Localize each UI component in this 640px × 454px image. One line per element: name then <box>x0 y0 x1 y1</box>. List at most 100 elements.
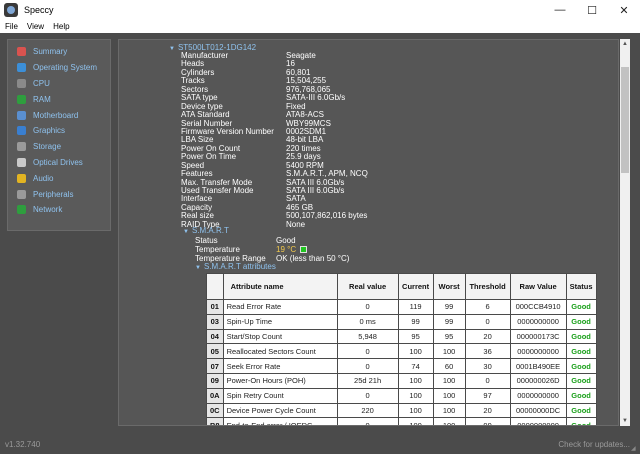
smart-attributes-header[interactable]: ▼ S.M.A.R.T attributes <box>195 262 276 271</box>
sidebar-item-ram[interactable]: RAM <box>8 91 110 107</box>
vertical-scrollbar[interactable]: ▲ ▼ <box>620 39 630 426</box>
attribute-name: Device Power Cycle Count <box>222 402 338 419</box>
collapse-triangle-icon[interactable]: ▼ <box>169 46 175 52</box>
sidebar-item-operating-system[interactable]: Operating System <box>8 60 110 76</box>
table-cell: 36 <box>464 343 511 360</box>
window-controls: — ☐ ✕ <box>544 0 640 20</box>
table-cell: 0000000000 <box>509 343 567 360</box>
cpu-icon <box>17 78 26 88</box>
temperature-value: 19 °C <box>276 245 297 254</box>
motherboard-icon <box>17 110 26 120</box>
network-icon <box>17 205 26 215</box>
smart-summary: Status Good Temperature 19 °C Temperatur… <box>195 236 455 263</box>
scroll-down-arrow-icon[interactable]: ▼ <box>620 416 630 426</box>
table-cell: 000000173C <box>509 328 567 345</box>
close-button[interactable]: ✕ <box>608 0 640 20</box>
table-cell: 99 <box>432 299 466 315</box>
sidebar-item-label: Operating System <box>33 63 98 73</box>
smart-section-header[interactable]: ▼ S.M.A.R.T <box>183 226 229 235</box>
table-cell: 95 <box>432 328 466 345</box>
attribute-name: Spin-Up Time <box>222 313 338 330</box>
menu-file[interactable]: File <box>5 22 18 31</box>
sidebar-item-label: Network <box>33 205 63 215</box>
maximize-button[interactable]: ☐ <box>576 0 608 20</box>
table-cell: 0 <box>336 358 399 374</box>
audio-icon <box>17 173 26 183</box>
status-badge: Good <box>565 372 597 389</box>
sidebar-item-motherboard[interactable]: Motherboard <box>8 107 110 123</box>
version-label: v1.32.740 <box>5 440 41 449</box>
menu-help[interactable]: Help <box>53 22 69 31</box>
sidebar-item-label: Storage <box>33 142 62 152</box>
sidebar-item-graphics[interactable]: Graphics <box>8 123 110 139</box>
temperature-label: Temperature <box>195 245 240 254</box>
table-row: 0A Spin Retry Count 0 100 100 97 0000000000 Goo… <box>206 387 597 404</box>
sidebar-item-storage[interactable]: Storage <box>8 139 110 155</box>
sidebar-item-network[interactable]: Network <box>8 202 110 218</box>
column-header[interactable]: Current <box>397 273 434 300</box>
table-row: 09 Power-On Hours (POH) 25d 21h 100 100 0 0000… <box>206 372 597 389</box>
attribute-id: 01 <box>206 299 224 315</box>
attribute-id: 03 <box>206 313 224 330</box>
sidebar-item-peripherals[interactable]: Peripherals <box>8 186 110 202</box>
table-row: B8 End-to-End error / IOEDC 0 100 100 99 00000… <box>206 417 597 425</box>
attribute-name: Read Error Rate <box>222 299 338 315</box>
menu-bar: File View Help <box>0 20 640 33</box>
table-row: 03 Spin-Up Time 0 ms 99 99 0 0000000000 Good <box>206 313 597 330</box>
table-row: 05 Reallocated Sectors Count 0 100 100 36 0000… <box>206 343 597 360</box>
table-cell: 0 <box>336 387 399 404</box>
status-badge: Good <box>565 402 597 419</box>
attribute-id: B8 <box>206 417 224 425</box>
attribute-id: 07 <box>206 358 224 374</box>
menu-view[interactable]: View <box>27 22 44 31</box>
sidebar-item-label: Summary <box>33 47 68 57</box>
smart-title: S.M.A.R.T <box>191 226 229 235</box>
peripherals-icon <box>17 189 26 199</box>
smart-temperature-row: Temperature 19 °C <box>195 245 455 254</box>
table-cell: 95 <box>397 328 434 345</box>
attribute-id: 0A <box>206 387 224 404</box>
column-header[interactable]: Attribute name <box>222 273 338 300</box>
temperature-range-value: OK (less than 50 °C) <box>276 254 350 263</box>
collapse-triangle-icon[interactable]: ▼ <box>183 229 189 235</box>
sidebar-item-audio[interactable]: Audio <box>8 170 110 186</box>
resize-grip-icon[interactable]: ◢ <box>631 445 639 453</box>
smart-status-value: Good <box>276 236 296 245</box>
column-header[interactable]: Raw Value <box>509 273 567 300</box>
table-cell: 99 <box>464 417 511 425</box>
table-cell: 100 <box>432 372 466 389</box>
scroll-thumb[interactable] <box>621 67 629 173</box>
table-cell: 0 <box>336 417 399 425</box>
collapse-triangle-icon[interactable]: ▼ <box>195 265 201 271</box>
column-header[interactable]: Worst <box>432 273 466 300</box>
attribute-name: Reallocated Sectors Count <box>222 343 338 360</box>
attribute-name: Power-On Hours (POH) <box>222 372 338 389</box>
sidebar-item-optical-drives[interactable]: Optical Drives <box>8 155 110 171</box>
table-cell: 60 <box>432 358 466 374</box>
minimize-button[interactable]: — <box>544 0 576 20</box>
attribute-id: 0C <box>206 402 224 419</box>
table-header-row: Attribute name Real value Current Worst Thre… <box>206 273 597 300</box>
speccy-app-icon <box>4 3 18 17</box>
column-header[interactable]: Status <box>565 273 597 300</box>
sidebar-item-cpu[interactable]: CPU <box>8 76 110 92</box>
attribute-name: Start/Stop Count <box>222 328 338 345</box>
temperature-status-indicator <box>300 246 308 253</box>
table-cell: 0 <box>336 343 399 360</box>
column-header[interactable]: Real value <box>336 273 399 300</box>
status-badge: Good <box>565 299 597 315</box>
column-header[interactable] <box>206 273 224 300</box>
check-updates-link[interactable]: Check for updates... <box>558 440 630 449</box>
table-cell: 100 <box>397 387 434 404</box>
table-cell: 0000000000 <box>509 387 567 404</box>
status-badge: Good <box>565 343 597 360</box>
table-cell: 0000000000 <box>509 417 567 425</box>
column-header[interactable]: Threshold <box>464 273 511 300</box>
sidebar-item-summary[interactable]: Summary <box>8 44 110 60</box>
scroll-up-arrow-icon[interactable]: ▲ <box>620 39 630 49</box>
table-cell: 000000026D <box>509 372 567 389</box>
attribute-name: End-to-End error / IOEDC <box>222 417 338 425</box>
sidebar-item-label: CPU <box>33 78 50 88</box>
sidebar-item-label: Motherboard <box>33 110 79 120</box>
property-row: Heads 16 <box>181 59 481 68</box>
